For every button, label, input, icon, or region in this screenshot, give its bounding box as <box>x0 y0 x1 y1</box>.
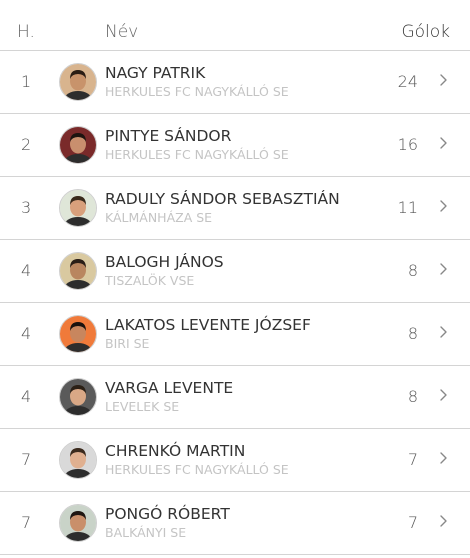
player-goals: 7 <box>407 450 418 469</box>
player-row[interactable]: 4 VARGA LEVENTE LEVELEK SE 8 <box>0 366 470 429</box>
player-club: BALKÁNYI SE <box>105 525 187 540</box>
player-rank: 3 <box>21 198 32 217</box>
player-row[interactable]: 1 NAGY PATRIK HERKULES FC NAGYKÁLLÓ SE 2… <box>0 51 470 114</box>
player-photo-icon <box>60 316 96 352</box>
chevron-right-icon <box>440 137 447 149</box>
player-goals: 16 <box>397 135 418 154</box>
player-goals: 11 <box>397 198 418 217</box>
chevron-right-icon <box>440 200 447 212</box>
player-avatar <box>59 378 97 416</box>
player-goals: 24 <box>397 72 418 91</box>
player-club: KÁLMÁNHÁZA SE <box>105 210 213 225</box>
chevron-right-icon <box>440 389 447 401</box>
player-rank: 7 <box>21 450 32 469</box>
goals-column-header: Gólok <box>401 22 450 42</box>
chevron-right-icon <box>440 74 447 86</box>
player-name: PINTYE SÁNDOR <box>105 127 232 145</box>
player-photo-icon <box>60 442 96 478</box>
player-name: CHRENKÓ MARTIN <box>105 442 246 460</box>
player-avatar <box>59 126 97 164</box>
player-row[interactable]: 4 BALOGH JÁNOS TISZALÖK VSE 8 <box>0 240 470 303</box>
player-rank: 2 <box>21 135 32 154</box>
player-name: NAGY PATRIK <box>105 64 206 82</box>
player-row[interactable]: 4 LAKATOS LEVENTE JÓZSEF BIRI SE 8 <box>0 303 470 366</box>
player-name: BALOGH JÁNOS <box>105 253 224 271</box>
player-avatar <box>59 63 97 101</box>
player-row[interactable]: 7 CHRENKÓ MARTIN HERKULES FC NAGYKÁLLÓ S… <box>0 429 470 492</box>
chevron-right-icon <box>440 452 447 464</box>
table-header: H. Név Gólok <box>0 0 470 51</box>
player-photo-icon <box>60 505 96 541</box>
player-goals: 8 <box>407 387 418 406</box>
player-avatar <box>59 189 97 227</box>
player-club: HERKULES FC NAGYKÁLLÓ SE <box>105 462 289 477</box>
player-club: BIRI SE <box>105 336 150 351</box>
player-row[interactable]: 3 RADULY SÁNDOR SEBASZTIÁN KÁLMÁNHÁZA SE… <box>0 177 470 240</box>
player-rank: 1 <box>21 72 32 91</box>
player-goals: 7 <box>407 513 418 532</box>
player-rank: 4 <box>21 261 32 280</box>
rank-column-header: H. <box>17 22 35 42</box>
player-goals: 8 <box>407 324 418 343</box>
player-avatar <box>59 252 97 290</box>
chevron-right-icon <box>440 263 447 275</box>
player-avatar <box>59 504 97 542</box>
player-club: LEVELEK SE <box>105 399 180 414</box>
player-list: 1 NAGY PATRIK HERKULES FC NAGYKÁLLÓ SE 2… <box>0 51 470 555</box>
player-name: VARGA LEVENTE <box>105 379 234 397</box>
player-name: RADULY SÁNDOR SEBASZTIÁN <box>105 190 340 208</box>
goalscorers-table: H. Név Gólok 1 NAGY PATRIK HERKULES FC N… <box>0 0 470 555</box>
player-photo-icon <box>60 253 96 289</box>
chevron-right-icon <box>440 515 447 527</box>
player-row[interactable]: 7 PONGÓ RÓBERT BALKÁNYI SE 7 <box>0 492 470 555</box>
name-column-header: Név <box>105 22 139 42</box>
player-club: TISZALÖK VSE <box>105 273 195 288</box>
player-name: LAKATOS LEVENTE JÓZSEF <box>105 316 311 334</box>
chevron-right-icon <box>440 326 447 338</box>
player-rank: 4 <box>21 387 32 406</box>
player-goals: 8 <box>407 261 418 280</box>
player-photo-icon <box>60 190 96 226</box>
player-row[interactable]: 2 PINTYE SÁNDOR HERKULES FC NAGYKÁLLÓ SE… <box>0 114 470 177</box>
player-photo-icon <box>60 379 96 415</box>
player-avatar <box>59 315 97 353</box>
player-rank: 4 <box>21 324 32 343</box>
player-club: HERKULES FC NAGYKÁLLÓ SE <box>105 84 289 99</box>
player-avatar <box>59 441 97 479</box>
player-rank: 7 <box>21 513 32 532</box>
player-name: PONGÓ RÓBERT <box>105 505 230 523</box>
player-club: HERKULES FC NAGYKÁLLÓ SE <box>105 147 289 162</box>
player-photo-icon <box>60 64 96 100</box>
player-photo-icon <box>60 127 96 163</box>
